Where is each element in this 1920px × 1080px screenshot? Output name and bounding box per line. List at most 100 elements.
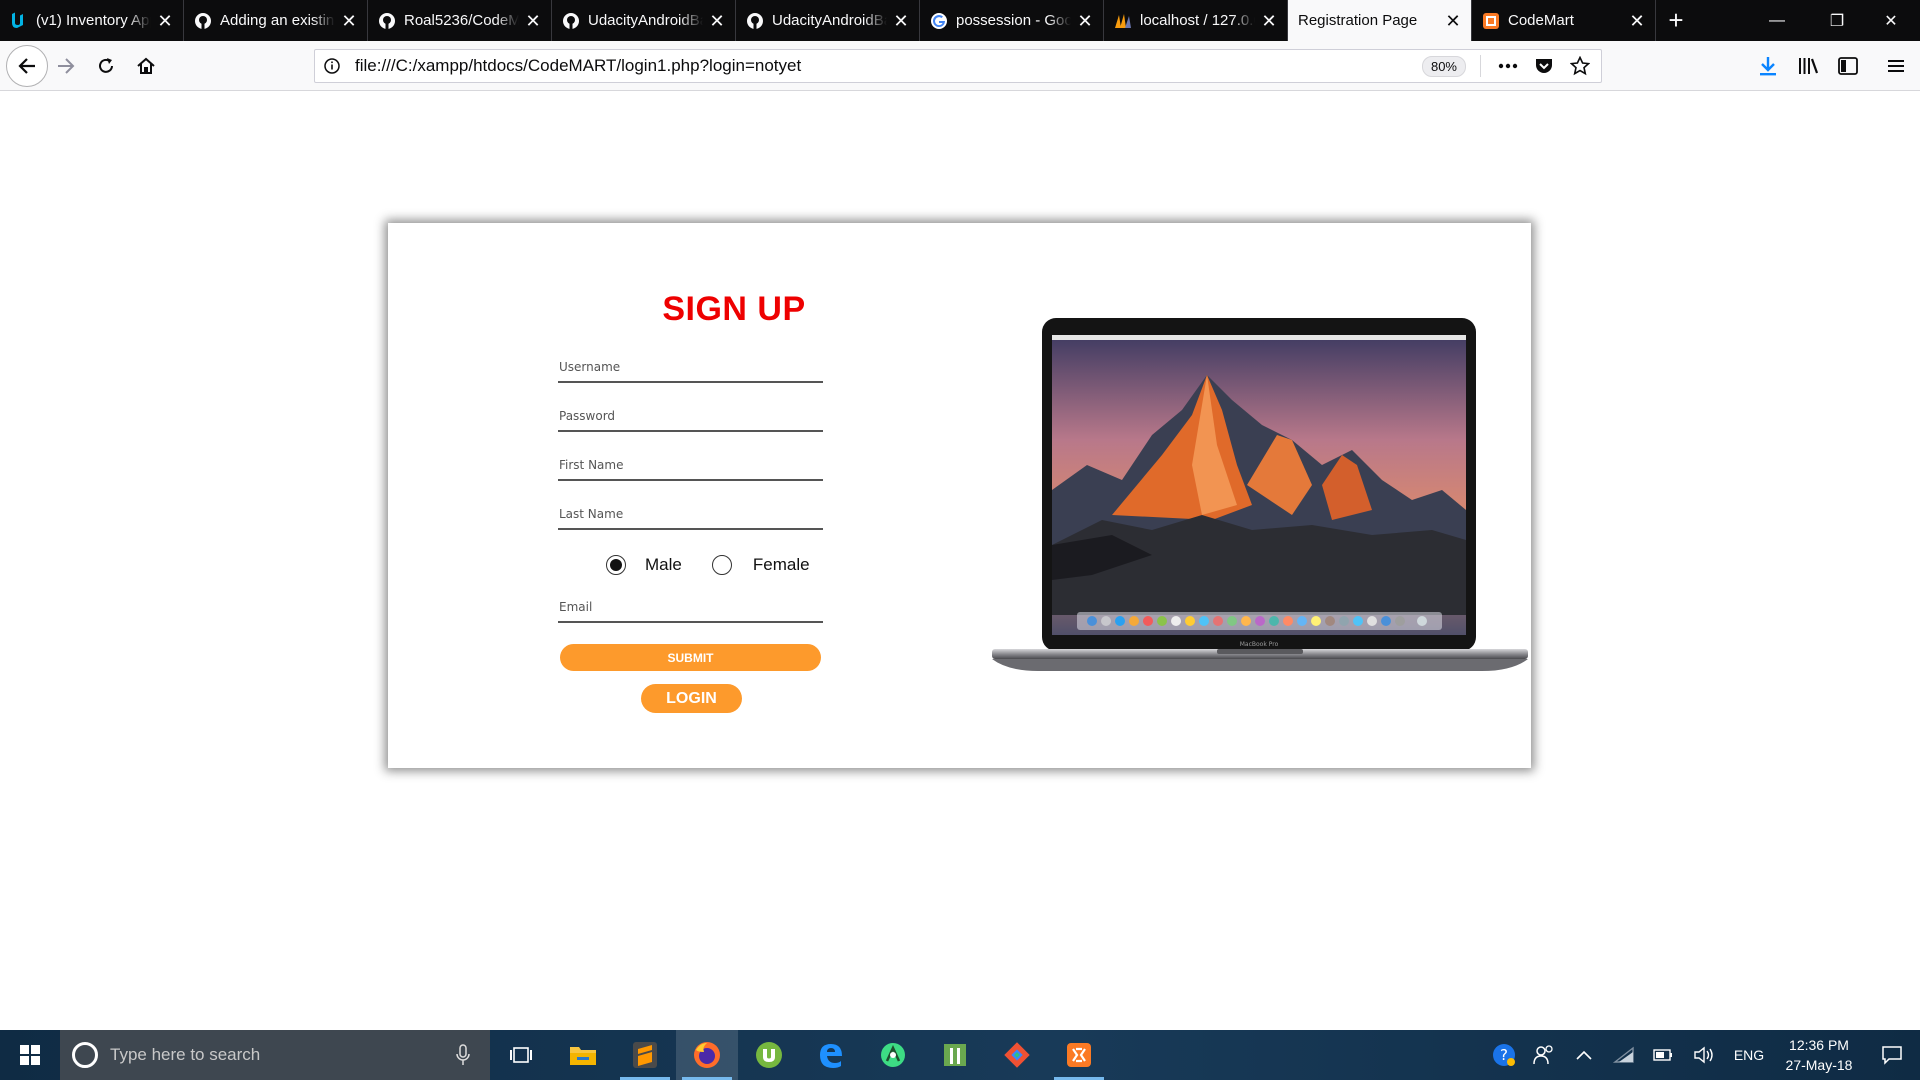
- password-field: [558, 398, 823, 432]
- first-name-input[interactable]: [558, 447, 823, 477]
- radio-selected-dot: [610, 559, 622, 571]
- email-field: [558, 589, 823, 623]
- git-icon: [1004, 1042, 1030, 1068]
- github-icon: [562, 12, 580, 30]
- cortana-icon: [72, 1042, 98, 1068]
- volume-icon[interactable]: [1684, 1030, 1724, 1080]
- reload-button[interactable]: [88, 48, 124, 84]
- bookmark-star-icon[interactable]: [1565, 51, 1595, 81]
- url-text[interactable]: file:///C:/xampp/htdocs/CodeMART/login1.…: [349, 56, 1422, 76]
- sourcetree-button[interactable]: [924, 1030, 986, 1080]
- android-studio-icon: [881, 1043, 905, 1067]
- people-icon[interactable]: [1524, 1030, 1564, 1080]
- tab-registration-page[interactable]: Registration Page ✕: [1288, 0, 1472, 41]
- male-radio[interactable]: [606, 555, 626, 575]
- page-actions-icon[interactable]: [1493, 51, 1523, 81]
- password-input[interactable]: [558, 398, 823, 428]
- sublime-text-button[interactable]: [614, 1030, 676, 1080]
- folder-icon: [570, 1047, 596, 1065]
- close-icon[interactable]: ✕: [341, 12, 357, 30]
- tab-codemart[interactable]: CodeMart ✕: [1472, 0, 1656, 41]
- divider: [1480, 55, 1481, 77]
- last-name-input[interactable]: [558, 496, 823, 526]
- tab-title: Roal5236/CodeMART: [404, 12, 519, 29]
- library-button[interactable]: [1790, 48, 1826, 84]
- task-view-button[interactable]: [490, 1030, 552, 1080]
- start-button[interactable]: [0, 1030, 60, 1080]
- notifications-icon[interactable]: [1864, 1030, 1920, 1080]
- zoom-level-badge[interactable]: 80%: [1421, 55, 1466, 77]
- submit-button[interactable]: SUBMIT: [560, 644, 821, 671]
- android-studio-button[interactable]: [862, 1030, 924, 1080]
- wifi-icon[interactable]: [1604, 1030, 1644, 1080]
- tab-phpmyadmin[interactable]: localhost / 127.0.0.1 ✕: [1104, 0, 1288, 41]
- signup-card: SIGN UP Male Female SUBMIT LOGIN: [388, 223, 1531, 768]
- minimize-window-button[interactable]: —: [1752, 0, 1802, 41]
- page-title: SIGN UP: [662, 290, 806, 328]
- restore-window-button[interactable]: ❐: [1812, 0, 1862, 41]
- taskbar-search-box[interactable]: Type here to search: [60, 1030, 490, 1080]
- google-icon: [930, 12, 948, 30]
- male-label: Male: [645, 555, 682, 574]
- downloads-button[interactable]: [1750, 48, 1786, 84]
- close-icon[interactable]: ✕: [1077, 12, 1093, 30]
- laptop-model-label: MacBook Pro: [1240, 641, 1279, 648]
- codemart-icon: [1482, 12, 1500, 30]
- sidebar-button[interactable]: [1830, 48, 1866, 84]
- info-icon[interactable]: [315, 57, 349, 75]
- tab-title: possession - Google Search: [956, 12, 1071, 29]
- close-icon[interactable]: ✕: [1261, 12, 1277, 30]
- file-explorer-button[interactable]: [552, 1030, 614, 1080]
- female-radio[interactable]: [711, 555, 732, 575]
- tab-inventory-app[interactable]: (v1) Inventory App ✕: [0, 0, 184, 41]
- home-button[interactable]: [128, 48, 164, 84]
- email-input[interactable]: [558, 589, 823, 619]
- address-bar[interactable]: file:///C:/xampp/htdocs/CodeMART/login1.…: [314, 49, 1602, 83]
- sidebar-icon: [1838, 57, 1858, 75]
- menu-button[interactable]: [1878, 48, 1914, 84]
- tab-title: CodeMart: [1508, 12, 1574, 29]
- tab-udacity-android-2[interactable]: UdacityAndroidBasics ✕: [736, 0, 920, 41]
- github-icon: [194, 12, 212, 30]
- login-button[interactable]: LOGIN: [641, 684, 742, 713]
- tab-adding-existing-project[interactable]: Adding an existing project ✕: [184, 0, 368, 41]
- git-button[interactable]: [986, 1030, 1048, 1080]
- reload-icon: [99, 58, 113, 73]
- sublime-text-icon: [633, 1042, 657, 1068]
- close-icon[interactable]: ✕: [1629, 12, 1645, 30]
- tab-udacity-android-1[interactable]: UdacityAndroidBasics ✕: [552, 0, 736, 41]
- tab-google-search[interactable]: possession - Google Search ✕: [920, 0, 1104, 41]
- tab-title: localhost / 127.0.0.1: [1140, 12, 1255, 29]
- close-icon[interactable]: ✕: [1445, 12, 1461, 30]
- last-name-field: [558, 496, 823, 530]
- tab-strip: (v1) Inventory App ✕ Adding an existing …: [0, 0, 1920, 41]
- forward-button[interactable]: [48, 48, 84, 84]
- language-indicator[interactable]: ENG: [1724, 1030, 1774, 1080]
- username-input[interactable]: [558, 349, 823, 379]
- battery-icon[interactable]: [1644, 1030, 1684, 1080]
- edge-button[interactable]: [800, 1030, 862, 1080]
- female-label: Female: [752, 555, 810, 574]
- windows-taskbar: Type here to search ? ENG 12:36 PM 27-Ma…: [0, 1030, 1920, 1080]
- close-icon[interactable]: ✕: [525, 12, 541, 30]
- download-arrow-icon: [1760, 57, 1776, 76]
- firefox-button[interactable]: [676, 1030, 738, 1080]
- pocket-icon[interactable]: [1529, 51, 1559, 81]
- tab-codemart-repo[interactable]: Roal5236/CodeMART ✕: [368, 0, 552, 41]
- search-placeholder: Type here to search: [110, 1045, 261, 1064]
- chevron-up-icon[interactable]: [1564, 1030, 1604, 1080]
- back-button[interactable]: [6, 45, 48, 87]
- clock-time: 12:36 PM: [1789, 1037, 1849, 1053]
- close-icon[interactable]: ✕: [893, 12, 909, 30]
- microphone-icon[interactable]: [456, 1044, 470, 1066]
- xampp-button[interactable]: [1048, 1030, 1110, 1080]
- github-icon: [746, 12, 764, 30]
- close-window-button[interactable]: ✕: [1866, 0, 1916, 41]
- taskbar-clock[interactable]: 12:36 PM 27-May-18: [1774, 1035, 1864, 1075]
- close-icon[interactable]: ✕: [157, 12, 173, 30]
- close-icon[interactable]: ✕: [709, 12, 725, 30]
- utorrent-button[interactable]: [738, 1030, 800, 1080]
- new-tab-button[interactable]: +: [1656, 0, 1696, 41]
- tab-title: Adding an existing project: [220, 12, 335, 29]
- help-icon[interactable]: ?: [1484, 1030, 1524, 1080]
